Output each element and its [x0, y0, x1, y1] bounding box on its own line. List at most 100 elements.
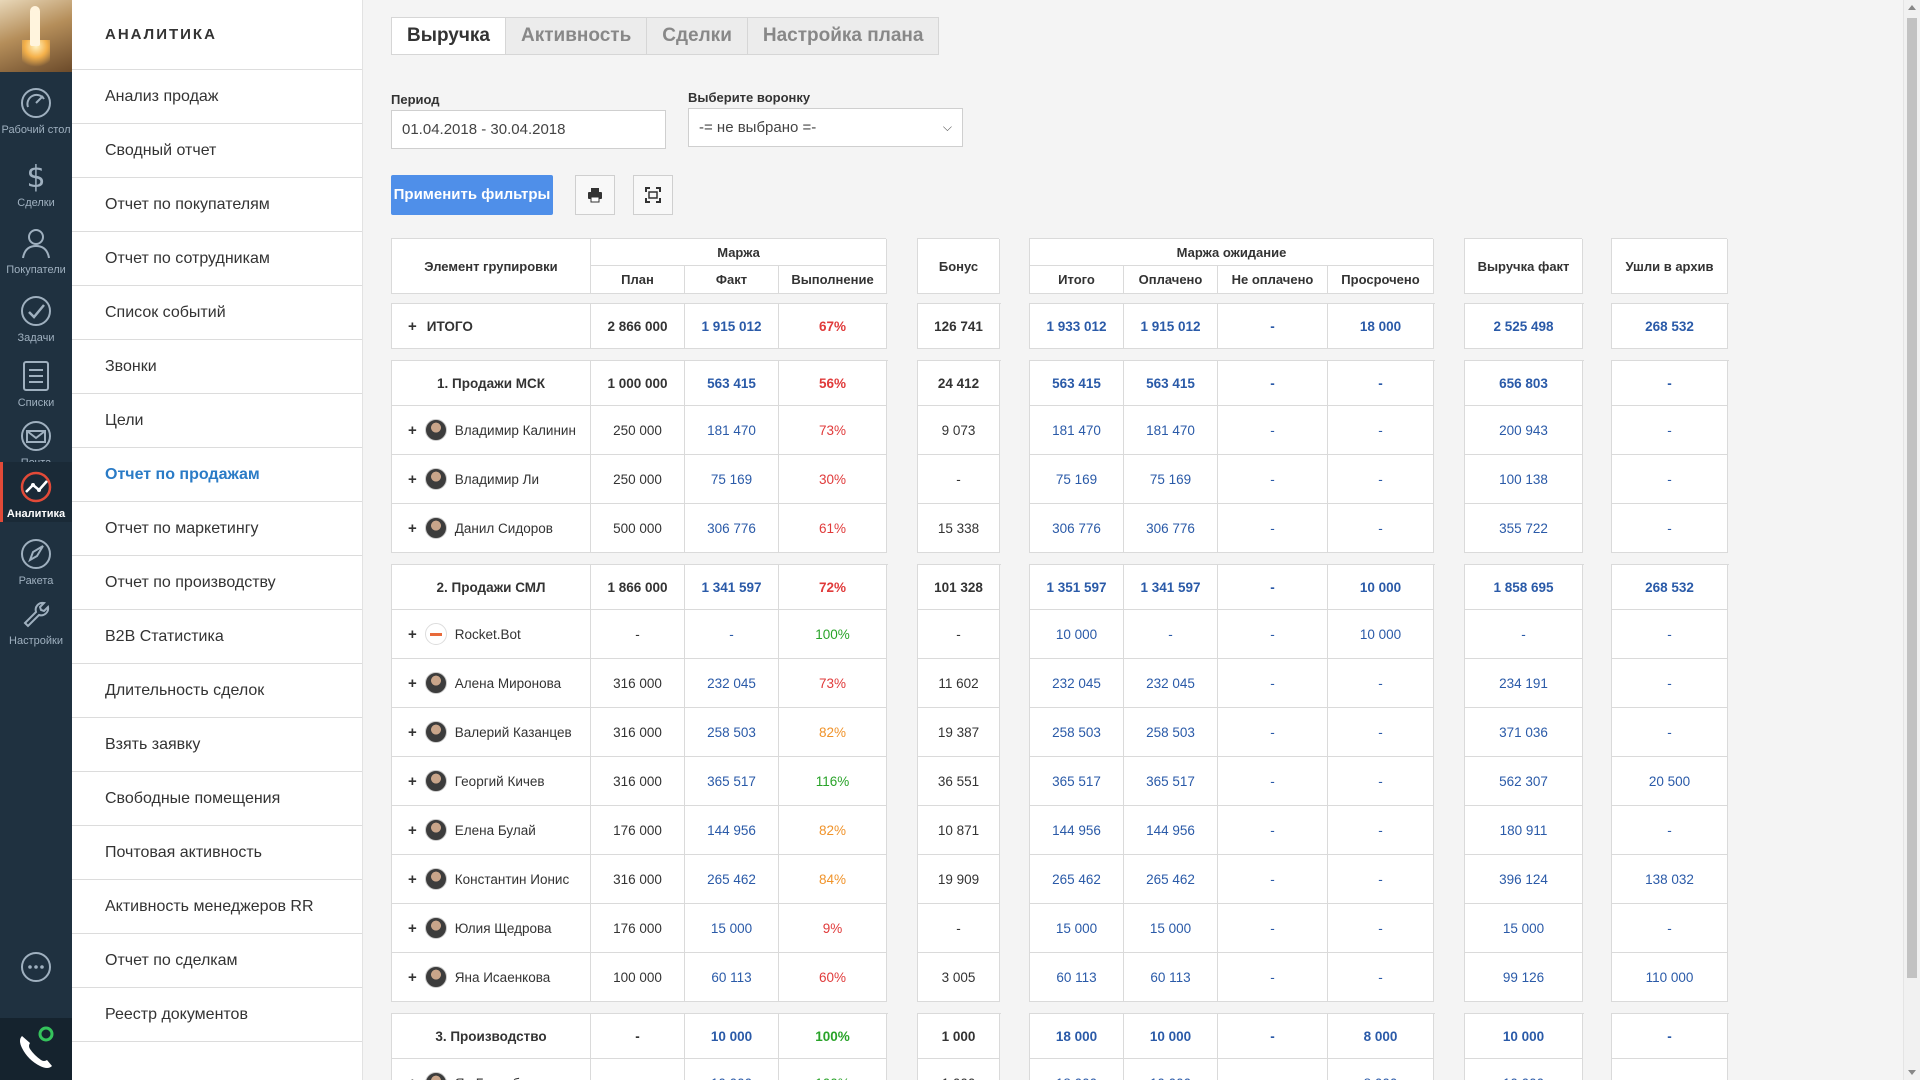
cell-paid: 60 113 [1124, 953, 1218, 1002]
person-name[interactable]: Владимир Калинин [455, 423, 576, 438]
tab[interactable]: Настройка плана [747, 17, 940, 55]
expand-plus-icon[interactable]: + [408, 318, 417, 335]
cell-paid: 265 462 [1124, 855, 1218, 904]
cell-overdue: - [1328, 504, 1434, 553]
tab[interactable]: Сделки [647, 17, 748, 55]
scroll-down-arrow[interactable] [1908, 1070, 1916, 1075]
apply-filters-button[interactable]: Применить фильтры [391, 175, 553, 215]
chat-icon [21, 952, 51, 982]
period-input[interactable]: 01.04.2018 - 30.04.2018 [391, 110, 666, 149]
rail-item-check[interactable]: Задачи [0, 280, 72, 345]
table-block: Ушли в архив 268 532- - - -268 532- - -20 500-… [1611, 238, 1729, 1080]
tab[interactable]: Активность [505, 17, 648, 55]
cell-plan: 2 866 000 [591, 304, 685, 349]
submenu-item[interactable]: Отчет по сделкам [72, 934, 362, 988]
submenu-item[interactable]: Звонки [72, 340, 362, 394]
submenu-item[interactable]: Почтовая активность [72, 826, 362, 880]
fullscreen-icon [645, 187, 661, 203]
cell-fact: 232 045 [685, 659, 779, 708]
cell-bonus: 19 387 [918, 708, 1000, 757]
funnel-select[interactable]: -= не выбрано =- ⌵ [688, 108, 963, 147]
person-name[interactable]: Владимир Ли [455, 472, 539, 487]
submenu-item[interactable]: Отчет по производству [72, 556, 362, 610]
cell-unpaid: - [1218, 406, 1328, 455]
scroll-thumb[interactable] [1907, 18, 1917, 978]
cell-overdue: - [1328, 455, 1434, 504]
rail-item-label: Задачи [17, 332, 55, 344]
cell-revenue: 396 124 [1465, 855, 1583, 904]
expand-plus-icon[interactable]: + [408, 675, 417, 692]
fullscreen-button[interactable] [633, 175, 673, 215]
expand-plus-icon[interactable]: + [408, 520, 417, 537]
submenu-item[interactable]: Взять заявку [72, 718, 362, 772]
table-block: Выручка факт 2 525 498 656 803 200 943 100 1… [1464, 238, 1584, 1080]
cell-paid: 1 915 012 [1124, 304, 1218, 349]
person-name[interactable]: Валерий Казанцев [455, 725, 572, 740]
rail-item-dollar[interactable]: $ Сделки [0, 145, 72, 210]
table-row-name: + Юлия Щедрова [392, 904, 591, 953]
person-name[interactable]: Елена Булай [455, 823, 536, 838]
expand-plus-icon[interactable]: + [408, 969, 417, 986]
phone-button[interactable] [0, 1018, 72, 1080]
app-logo[interactable] [0, 0, 72, 72]
page-scrollbar[interactable] [1903, 0, 1920, 1080]
submenu-item[interactable]: Реестр документов [72, 988, 362, 1042]
submenu-item[interactable]: Отчет по продажам [72, 448, 362, 502]
submenu-item[interactable]: Отчет по покупателям [72, 178, 362, 232]
expand-plus-icon[interactable]: + [408, 773, 417, 790]
submenu-item[interactable]: B2B Статистика [72, 610, 362, 664]
chat-button[interactable] [0, 950, 72, 1000]
cell-bonus: - [918, 610, 1000, 659]
expand-plus-icon[interactable]: + [408, 724, 417, 741]
person-name[interactable]: Ян Гордобин [455, 1076, 535, 1080]
cell-archive: 110 000 [1612, 953, 1728, 1002]
person-name[interactable]: Данил Сидоров [455, 521, 553, 536]
expand-plus-icon[interactable]: + [408, 871, 417, 888]
section-gap [917, 553, 1001, 565]
cell-unpaid: - [1218, 806, 1328, 855]
rail-item-analytics[interactable]: Аналитика [0, 462, 72, 522]
cell-archive: 138 032 [1612, 855, 1728, 904]
person-name[interactable]: Яна Исаенкова [455, 970, 550, 985]
expand-plus-icon[interactable]: + [408, 626, 417, 643]
column-header-plan: План [591, 266, 685, 294]
cell-plan: 1 866 000 [591, 565, 685, 610]
submenu-item[interactable]: Активность менеджеров RR [72, 880, 362, 934]
cell-archive: - [1612, 406, 1728, 455]
expand-plus-icon[interactable]: + [408, 822, 417, 839]
expand-plus-icon[interactable]: + [408, 1075, 417, 1080]
person-name[interactable]: Алена Миронова [455, 676, 561, 691]
submenu-item[interactable]: Свободные помещения [72, 772, 362, 826]
expand-plus-icon[interactable]: + [408, 920, 417, 937]
cell-paid: 306 776 [1124, 504, 1218, 553]
cell-total: 15 000 [1030, 904, 1124, 953]
person-name[interactable]: Юлия Щедрова [455, 921, 552, 936]
submenu-item[interactable]: Отчет по маркетингу [72, 502, 362, 556]
cell-revenue: 1 858 695 [1465, 565, 1583, 610]
cell-revenue: 100 138 [1465, 455, 1583, 504]
scroll-up-arrow[interactable] [1908, 5, 1916, 10]
rail-item-user[interactable]: Покупатели [0, 212, 72, 277]
print-button[interactable] [575, 175, 615, 215]
rail-item-mail[interactable]: Почта [0, 405, 72, 469]
person-name[interactable]: Георгий Кичев [455, 774, 545, 789]
rail-item-rocket[interactable]: Ракета [0, 523, 72, 587]
expand-plus-icon[interactable]: + [408, 422, 417, 439]
rail-item-speedometer[interactable]: Рабочий стол [0, 72, 72, 142]
section-gap [1464, 349, 1584, 361]
rail-item-wrench[interactable]: Настройки [0, 583, 72, 653]
tab[interactable]: Выручка [391, 17, 506, 55]
submenu-item[interactable]: Анализ продаж [72, 70, 362, 124]
person-name[interactable]: Rocket.Bot [455, 627, 521, 642]
person-name[interactable]: Константин Ионис [455, 872, 569, 887]
expand-plus-icon[interactable]: + [408, 471, 417, 488]
submenu-item[interactable]: Цели [72, 394, 362, 448]
submenu-item[interactable]: Длительность сделок [72, 664, 362, 718]
cell-plan: 1 000 000 [591, 361, 685, 406]
avatar [424, 623, 447, 645]
submenu-item[interactable]: Список событий [72, 286, 362, 340]
cell-archive: - [1612, 659, 1728, 708]
submenu-item[interactable]: Сводный отчет [72, 124, 362, 178]
submenu-item[interactable]: Отчет по сотрудникам [72, 232, 362, 286]
rail-item-list[interactable]: Списки [0, 345, 72, 409]
